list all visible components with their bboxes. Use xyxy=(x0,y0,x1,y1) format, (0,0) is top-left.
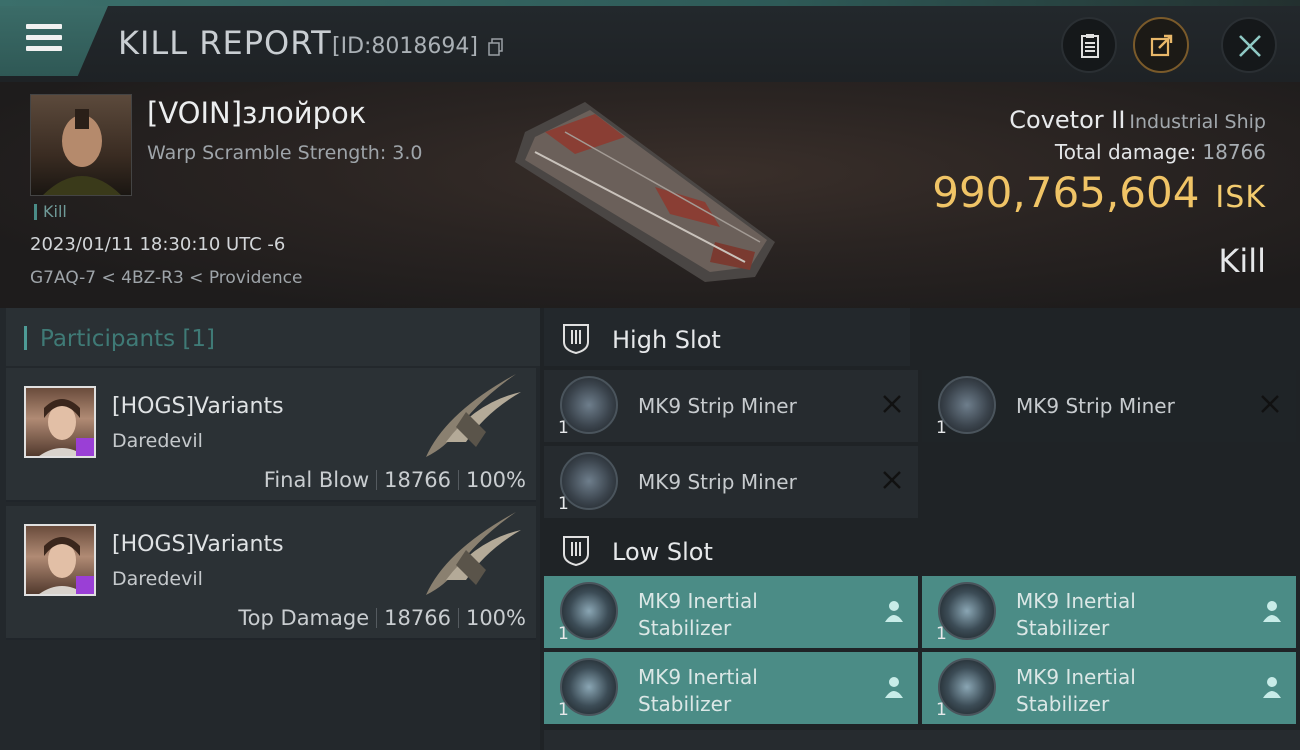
victim-banner: [VOIN]злойрок Warp Scramble Strength: 3.… xyxy=(0,82,1300,308)
participants-header: Participants [1] xyxy=(6,308,540,366)
participant-badge-icon xyxy=(76,576,94,594)
low-slot-module[interactable]: 1 MK9 Inertial Stabilizer xyxy=(922,576,1296,648)
clipboard-button[interactable] xyxy=(1061,17,1117,73)
destroyed-x-icon xyxy=(1261,395,1279,413)
module-name: MK9 Strip Miner xyxy=(638,394,797,418)
destroyed-x-icon xyxy=(883,395,901,413)
participant-ship-image[interactable] xyxy=(416,510,526,600)
dropped-person-icon xyxy=(1263,601,1281,622)
module-name: MK9 Inertial Stabilizer xyxy=(1016,665,1136,716)
kill-location: G7AQ-7 < 4BZ-R3 < Providence xyxy=(30,268,303,288)
participant-name[interactable]: [HOGS]Variants xyxy=(112,394,284,419)
dropped-person-icon xyxy=(885,601,903,622)
kill-datetime: 2023/01/11 18:30:10 UTC -6 xyxy=(30,234,286,255)
low-slot-icon xyxy=(563,536,589,566)
low-slot-module[interactable]: 1 MK9 Inertial Stabilizer xyxy=(544,652,918,724)
participant-badge-icon xyxy=(76,438,94,456)
kill-tag: Kill xyxy=(34,204,67,220)
total-damage-label: Total damage: xyxy=(1054,140,1197,164)
participant-avatar[interactable] xyxy=(24,524,96,596)
close-button[interactable] xyxy=(1221,17,1277,73)
high-slot-icon xyxy=(563,324,589,354)
module-name: MK9 Strip Miner xyxy=(1016,394,1175,418)
module-count: 1 xyxy=(558,700,569,720)
victim-ship[interactable]: Covetor II Industrial Ship xyxy=(1009,106,1266,134)
module-name: MK9 Strip Miner xyxy=(638,470,797,494)
clipboard-icon xyxy=(1081,34,1099,58)
close-icon xyxy=(1239,35,1261,57)
low-slot-header: Low Slot xyxy=(544,520,910,578)
participant-stats: Final Blow 18766 100% xyxy=(264,468,526,492)
participants-panel: Participants [1] [HOGS]Variants Daredevi… xyxy=(0,308,540,750)
share-button[interactable] xyxy=(1133,17,1189,73)
dropped-person-icon xyxy=(885,677,903,698)
participant-ship: Daredevil xyxy=(112,568,203,590)
header-bar: KILL REPORT [ID:8018694] xyxy=(0,6,1300,82)
participant-ship: Daredevil xyxy=(112,430,203,452)
total-damage-value: 18766 xyxy=(1202,140,1266,164)
participant-row[interactable]: [HOGS]Variants Daredevil Top Damage 18766… xyxy=(6,506,536,640)
participant-name[interactable]: [HOGS]Variants xyxy=(112,532,284,557)
victim-ship-class: Industrial Ship xyxy=(1129,111,1266,133)
module-name: MK9 Inertial Stabilizer xyxy=(1016,589,1136,640)
module-count: 1 xyxy=(558,418,569,438)
participant-ship-image[interactable] xyxy=(416,372,526,462)
module-count: 1 xyxy=(936,624,947,644)
share-icon xyxy=(1150,34,1173,57)
victim-avatar[interactable] xyxy=(30,94,132,196)
participant-stats: Top Damage 18766 100% xyxy=(238,606,526,630)
menu-button[interactable] xyxy=(0,6,108,76)
participant-role: Final Blow xyxy=(263,468,370,492)
module-count: 1 xyxy=(936,700,947,720)
high-slot-title: High Slot xyxy=(612,326,721,354)
result-label: Kill xyxy=(1218,242,1266,280)
isk-value: 990,765,604 ISK xyxy=(932,168,1266,217)
copy-icon[interactable] xyxy=(488,38,504,56)
module-count: 1 xyxy=(558,624,569,644)
isk-currency: ISK xyxy=(1215,180,1266,215)
warp-scramble-strength: Warp Scramble Strength: 3.0 xyxy=(147,142,423,164)
participant-damage: 18766 xyxy=(384,606,451,630)
page-title: KILL REPORT xyxy=(118,24,332,62)
participant-damage: 18766 xyxy=(384,468,451,492)
participants-header-bar xyxy=(24,326,27,350)
next-slot-header-partial xyxy=(544,730,1300,750)
high-slot-module[interactable]: 1 MK9 Strip Miner xyxy=(544,446,918,518)
low-slot-title: Low Slot xyxy=(612,538,713,566)
module-name: MK9 Inertial Stabilizer xyxy=(638,589,758,640)
high-slot-module[interactable]: 1 MK9 Strip Miner xyxy=(544,370,918,442)
participant-percent: 100% xyxy=(465,606,526,630)
high-slot-header: High Slot xyxy=(544,308,910,366)
destroyed-x-icon xyxy=(883,471,901,489)
total-damage: Total damage: 18766 xyxy=(1055,140,1266,164)
low-slot-module[interactable]: 1 MK9 Inertial Stabilizer xyxy=(544,576,918,648)
victim-ship-name: Covetor II xyxy=(1009,106,1126,134)
report-id: [ID:8018694] xyxy=(332,34,478,59)
participant-percent: 100% xyxy=(465,468,526,492)
participants-title: Participants [1] xyxy=(40,326,215,352)
module-name: MK9 Inertial Stabilizer xyxy=(638,665,758,716)
isk-amount: 990,765,604 xyxy=(932,168,1200,217)
module-count: 1 xyxy=(558,494,569,514)
participant-avatar[interactable] xyxy=(24,386,96,458)
participant-row[interactable]: [HOGS]Variants Daredevil Final Blow 18766… xyxy=(6,368,536,502)
low-slot-module[interactable]: 1 MK9 Inertial Stabilizer xyxy=(922,652,1296,724)
hamburger-icon xyxy=(26,24,62,52)
module-count: 1 xyxy=(936,418,947,438)
fitting-panel: High Slot 1 MK9 Strip Miner 1 MK9 Strip … xyxy=(540,308,1300,750)
dropped-person-icon xyxy=(1263,677,1281,698)
victim-ship-image[interactable] xyxy=(505,92,795,292)
victim-name[interactable]: [VOIN]злойрок xyxy=(147,96,366,130)
participant-role: Top Damage xyxy=(238,606,370,630)
high-slot-module[interactable]: 1 MK9 Strip Miner xyxy=(922,370,1296,442)
